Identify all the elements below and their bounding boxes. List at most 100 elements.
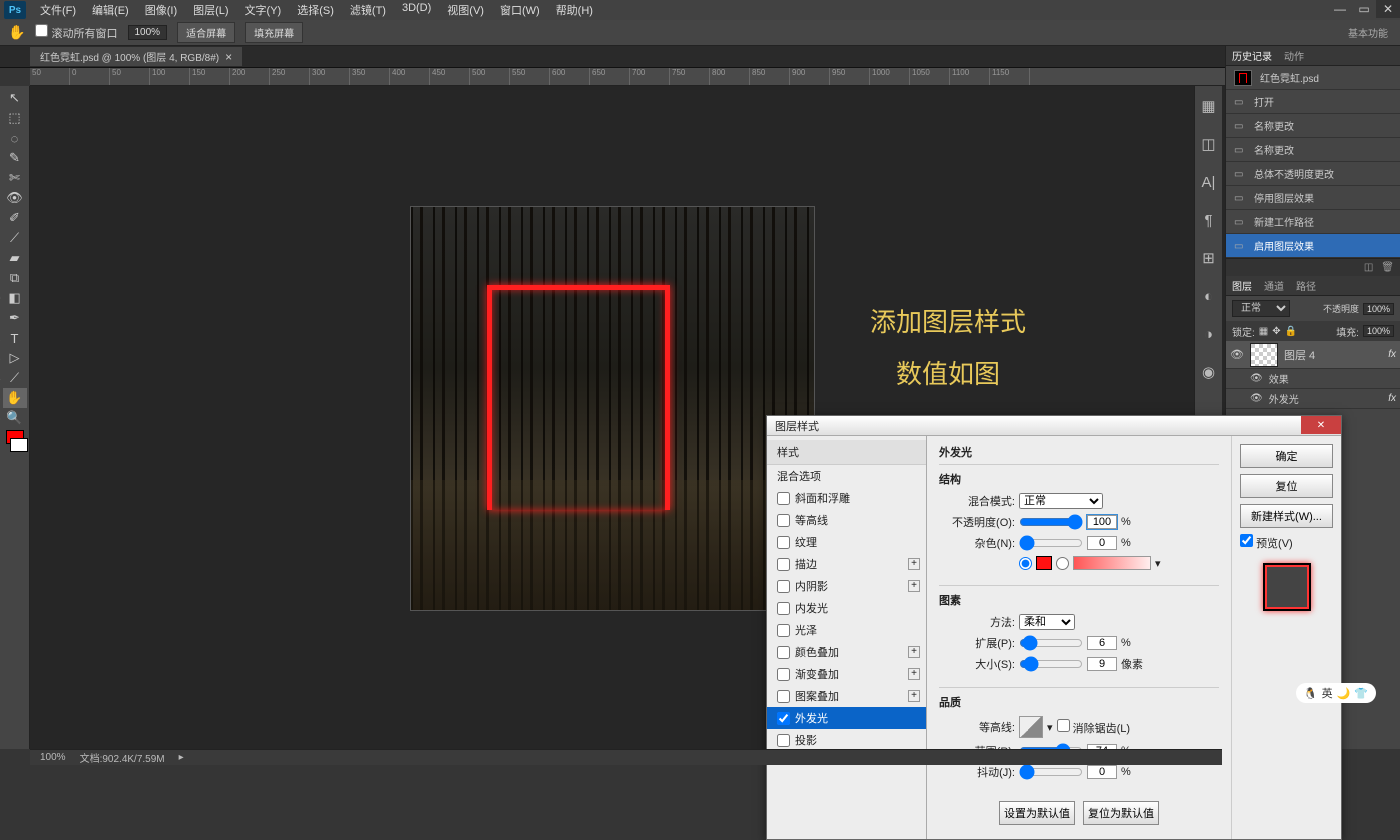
tool-button[interactable]: 12T — [3, 328, 27, 348]
opacity-value[interactable]: 100% — [1363, 303, 1394, 315]
trash-icon[interactable]: 🗑 — [1381, 262, 1394, 273]
doc-info-status[interactable]: 文档:902.4K/7.59M — [80, 750, 165, 765]
layer-effects-row[interactable]: 👁 效果 — [1226, 369, 1400, 389]
ime-widget[interactable]: 🐧 英 🌙 👕 — [1296, 683, 1376, 703]
tool-button[interactable]: 4✄ — [3, 168, 27, 188]
tool-button[interactable]: 5👁 — [3, 188, 27, 208]
style-list-item[interactable]: 等高线 — [767, 509, 926, 531]
history-item[interactable]: ▭名称更改 — [1226, 138, 1400, 162]
lock-position-icon[interactable]: ✥ — [1272, 326, 1280, 337]
minimize-button[interactable]: — — [1328, 0, 1352, 18]
hand-tool-icon[interactable]: ✋ — [8, 24, 25, 41]
spread-slider[interactable] — [1019, 635, 1083, 651]
color-icon[interactable]: ◐ — [1199, 286, 1219, 306]
new-snapshot-icon[interactable]: ◫ — [1364, 262, 1373, 273]
layer-outer-glow-row[interactable]: 👁 外发光 fx — [1226, 389, 1400, 409]
tool-button[interactable]: 1⬚ — [3, 108, 27, 128]
opacity-input[interactable] — [1087, 515, 1117, 529]
glow-gradient-swatch[interactable] — [1073, 556, 1151, 570]
menu-item[interactable]: 滤镜(T) — [342, 2, 394, 18]
contour-dropdown-icon[interactable]: ▾ — [1047, 721, 1053, 734]
make-default-button[interactable]: 设置为默认值 — [999, 801, 1075, 825]
lock-all-icon[interactable]: 🔒 — [1285, 326, 1297, 337]
menu-item[interactable]: 文件(F) — [32, 2, 84, 18]
tool-button[interactable]: 15✋ — [3, 388, 27, 408]
gradient-dropdown-icon[interactable]: ▾ — [1155, 557, 1161, 570]
history-item[interactable]: ▭停用图层效果 — [1226, 186, 1400, 210]
menu-item[interactable]: 3D(D) — [394, 2, 439, 18]
preview-checkbox[interactable]: 预览(V) — [1240, 534, 1333, 551]
style-list-item[interactable]: 描边+ — [767, 553, 926, 575]
solid-color-radio[interactable] — [1019, 557, 1032, 570]
ok-button[interactable]: 确定 — [1240, 444, 1333, 468]
paragraph-icon[interactable]: ¶ — [1199, 210, 1219, 230]
size-input[interactable] — [1087, 657, 1117, 671]
layer-row[interactable]: 👁 图层 4 fx — [1226, 341, 1400, 369]
spread-input[interactable] — [1087, 636, 1117, 650]
blending-options-item[interactable]: 混合选项 — [767, 465, 926, 487]
menu-item[interactable]: 文字(Y) — [237, 2, 290, 18]
background-color[interactable] — [10, 438, 28, 452]
styles-icon[interactable]: ◉ — [1199, 362, 1219, 382]
menu-item[interactable]: 图层(L) — [185, 2, 236, 18]
blend-mode-select[interactable]: 正常 — [1232, 300, 1290, 317]
menu-item[interactable]: 图像(I) — [137, 2, 185, 18]
fill-value[interactable]: 100% — [1363, 325, 1394, 337]
visibility-icon[interactable]: 👁 — [1230, 348, 1244, 361]
adjustments-icon[interactable]: ◑ — [1199, 324, 1219, 344]
tab-history[interactable]: 历史记录 — [1232, 48, 1272, 63]
history-item[interactable]: ▭启用图层效果 — [1226, 234, 1400, 258]
style-list-item[interactable]: 内发光 — [767, 597, 926, 619]
tool-button[interactable]: 10◧ — [3, 288, 27, 308]
tool-button[interactable]: 6✐ — [3, 208, 27, 228]
swatches-icon[interactable]: ⊞ — [1199, 248, 1219, 268]
tool-button[interactable]: 14⟋ — [3, 368, 27, 388]
method-select[interactable]: 柔和 — [1019, 614, 1075, 630]
noise-slider[interactable] — [1019, 535, 1083, 551]
style-list-item[interactable]: 斜面和浮雕 — [767, 487, 926, 509]
document-tab[interactable]: 红色霓虹.psd @ 100% (图层 4, RGB/8#) × — [30, 47, 242, 66]
history-item[interactable]: ▭打开 — [1226, 90, 1400, 114]
dialog-close-button[interactable]: ✕ — [1301, 416, 1341, 434]
histogram-icon[interactable]: ▦ — [1199, 96, 1219, 116]
tool-button[interactable]: 7⟋ — [3, 228, 27, 248]
size-slider[interactable] — [1019, 656, 1083, 672]
tool-button[interactable]: 16🔍 — [3, 408, 27, 428]
menu-item[interactable]: 帮助(H) — [548, 2, 601, 18]
visibility-icon[interactable]: 👁 — [1250, 373, 1263, 384]
antialias-checkbox[interactable]: 消除锯齿(L) — [1057, 719, 1131, 736]
tab-paths[interactable]: 路径 — [1296, 278, 1316, 293]
style-list-item[interactable]: 图案叠加+ — [767, 685, 926, 707]
visibility-icon[interactable]: 👁 — [1250, 393, 1263, 404]
history-item[interactable]: ▭名称更改 — [1226, 114, 1400, 138]
fx-badge[interactable]: fx — [1388, 349, 1396, 360]
character-icon[interactable]: A| — [1199, 172, 1219, 192]
noise-input[interactable] — [1087, 536, 1117, 550]
cancel-button[interactable]: 复位 — [1240, 474, 1333, 498]
status-arrow-icon[interactable]: ▸ — [179, 752, 184, 763]
tool-button[interactable]: 2◌ — [3, 128, 27, 148]
style-list-item[interactable]: 颜色叠加+ — [767, 641, 926, 663]
style-list-item[interactable]: 光泽 — [767, 619, 926, 641]
lock-pixels-icon[interactable]: ▦ — [1259, 326, 1268, 337]
jitter-slider[interactable] — [1019, 764, 1083, 780]
navigator-icon[interactable]: ◫ — [1199, 134, 1219, 154]
reset-default-button[interactable]: 复位为默认值 — [1083, 801, 1159, 825]
history-doc-row[interactable]: 红色霓虹.psd — [1226, 66, 1400, 90]
opacity-slider[interactable] — [1019, 514, 1083, 530]
tool-button[interactable]: 0↖ — [3, 88, 27, 108]
workspace-label[interactable]: 基本功能 — [1348, 25, 1388, 40]
tool-button[interactable]: 13▷ — [3, 348, 27, 368]
maximize-button[interactable]: ▭ — [1352, 0, 1376, 18]
fill-screen-button[interactable]: 填充屏幕 — [245, 22, 303, 43]
zoom-field[interactable]: 100% — [128, 25, 168, 40]
tab-layers[interactable]: 图层 — [1232, 278, 1252, 293]
tab-channels[interactable]: 通道 — [1264, 278, 1284, 293]
menu-item[interactable]: 窗口(W) — [492, 2, 548, 18]
zoom-status[interactable]: 100% — [40, 752, 66, 763]
new-style-button[interactable]: 新建样式(W)... — [1240, 504, 1333, 528]
fit-screen-button[interactable]: 适合屏幕 — [177, 22, 235, 43]
style-list-item[interactable]: 渐变叠加+ — [767, 663, 926, 685]
styles-header[interactable]: 样式 — [767, 440, 926, 465]
dialog-title-bar[interactable]: 图层样式 ✕ — [767, 416, 1341, 436]
